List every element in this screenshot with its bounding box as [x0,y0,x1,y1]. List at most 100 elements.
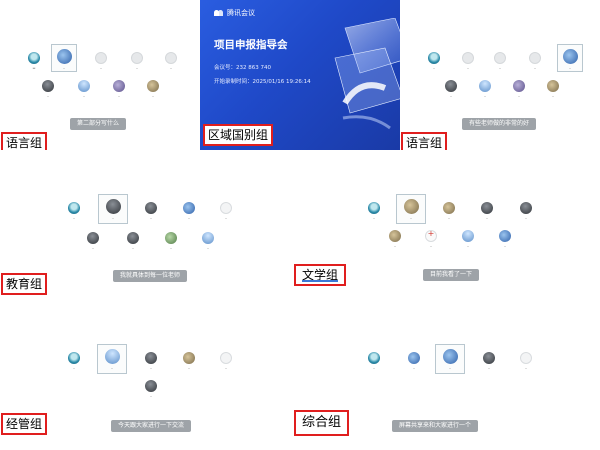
group-label-wrap: 文学组 [294,264,347,286]
participant-tile[interactable]: ш [23,52,45,70]
participant-tile-speaking[interactable]: -- [435,344,465,374]
participant-tile[interactable]: -- [142,80,164,98]
participant-name: -- [111,216,115,220]
participant-name: -- [62,66,66,70]
participant-avatar [42,80,54,92]
participant-name: -- [551,94,555,98]
participant-tile-speaking[interactable]: -- [557,44,583,72]
participant-tile[interactable]: -- [90,52,112,70]
participant-tile[interactable]: -- [140,202,162,220]
meeting-id-label: 会议号： [214,65,237,71]
participant-tile[interactable]: -- [178,352,200,370]
participant-name: -- [224,366,228,370]
participant-tile[interactable]: -- [476,202,498,220]
participant-tile[interactable]: -- [73,80,95,98]
participant-name: -- [187,366,191,370]
group-panel-language-1: ш -- -- -- -- -- -- -- -- 第二部分写什么 语言组 [0,0,200,154]
participant-name: -- [149,216,153,220]
participant-name: -- [524,366,528,370]
participant-tile[interactable]: -- [384,230,406,248]
participant-tile[interactable]: -- [542,80,564,98]
group-panel-economics: -- -- -- -- -- -- 今天跟大家进行一下交流 经管组 [0,300,300,450]
participant-name: -- [151,94,155,98]
group-label: 教育组 [1,273,48,295]
participant-name: -- [517,94,521,98]
participant-name: -- [483,94,487,98]
meeting-id-value: 232 863 740 [236,65,272,71]
participant-tile[interactable]: -- [82,232,104,250]
participant-tile[interactable]: -- [63,202,85,220]
participant-name: -- [447,216,451,220]
participant-name: -- [524,216,528,220]
participant-tile[interactable]: -- [197,232,219,250]
participant-avatar [165,52,177,64]
chat-bubble: 屏幕共享来和大家进行一个 [392,420,479,432]
participant-name: ш [32,66,36,70]
record-time-row: 开始录制时间：2025/01/16 19:26:14 [214,77,311,85]
participant-avatar [425,229,437,242]
participant-avatar [443,202,455,214]
participant-avatar [28,52,40,64]
participant-tile[interactable]: -- [140,352,162,370]
participant-avatar [428,52,440,64]
decorative-glass-graphic [334,18,400,130]
participant-avatar [113,80,125,92]
participant-tile[interactable]: -- [403,352,425,370]
participant-name: -- [149,366,153,370]
participant-tile-speaking[interactable]: -- [97,344,127,374]
participant-avatar [520,352,532,364]
participant-tile[interactable]: -- [63,352,85,370]
participant-avatar [368,352,380,364]
participant-name: -- [46,94,50,98]
participant-name: -- [412,366,416,370]
participant-name: -- [135,66,139,70]
participant-tile[interactable]: -- [478,352,500,370]
participant-tile[interactable]: -- [215,202,237,220]
participant-tile[interactable]: -- [489,52,511,70]
participant-tile[interactable]: -- [423,52,445,70]
participant-tile[interactable]: -- [440,80,462,98]
participant-tile[interactable]: -- [474,80,496,98]
participant-tile-speaking[interactable]: -- [98,194,128,224]
participant-tile[interactable]: -- [494,230,516,248]
participant-tile-speaking[interactable]: -- [51,44,77,72]
participant-tile[interactable]: -- [122,232,144,250]
participant-tile[interactable]: -- [515,352,537,370]
participant-name: -- [91,246,95,250]
participant-avatar [513,80,525,92]
participant-tile[interactable]: -- [178,202,200,220]
group-panel-literature: -- -- -- -- -- -- -- -- -- 目前我看了一下 文学组 [294,150,600,300]
participant-name: -- [533,66,537,70]
chat-bubble: 有些老师做的非常的好 [462,118,537,130]
chat-bubble: 第二部分写什么 [70,118,127,130]
participant-tile[interactable]: -- [363,352,385,370]
participant-name: -- [117,94,121,98]
participant-tile[interactable]: -- [126,52,148,70]
group-panel-education: -- -- -- -- -- -- -- -- -- 我就具体到每一位老师 教育… [0,150,300,300]
meeting-id-row: 会议号：232 863 740 [214,63,271,71]
participant-tile[interactable]: -- [37,80,59,98]
participant-tile[interactable]: -- [438,202,460,220]
participant-tile[interactable]: -- [420,229,442,248]
chat-bubble: 目前我看了一下 [423,269,480,281]
participant-tile[interactable]: -- [140,380,162,398]
participant-tile-speaking[interactable]: -- [396,194,426,224]
participant-tile[interactable]: -- [160,232,182,250]
participant-avatar [547,80,559,92]
participant-avatar [520,202,532,214]
participant-name: -- [224,216,228,220]
participant-tile[interactable]: -- [457,230,479,248]
participant-tile[interactable]: -- [363,202,385,220]
participant-tile[interactable]: -- [215,352,237,370]
participant-tile[interactable]: -- [524,52,546,70]
participant-avatar [202,232,214,244]
participant-name: -- [372,216,376,220]
participant-tile[interactable]: -- [515,202,537,220]
participant-tile[interactable]: -- [108,80,130,98]
participant-avatar [562,49,578,64]
participant-tile[interactable]: -- [457,52,479,70]
participant-avatar [389,230,401,242]
participant-tile[interactable]: -- [508,80,530,98]
participant-avatar [220,352,232,364]
participant-tile[interactable]: -- [160,52,182,70]
